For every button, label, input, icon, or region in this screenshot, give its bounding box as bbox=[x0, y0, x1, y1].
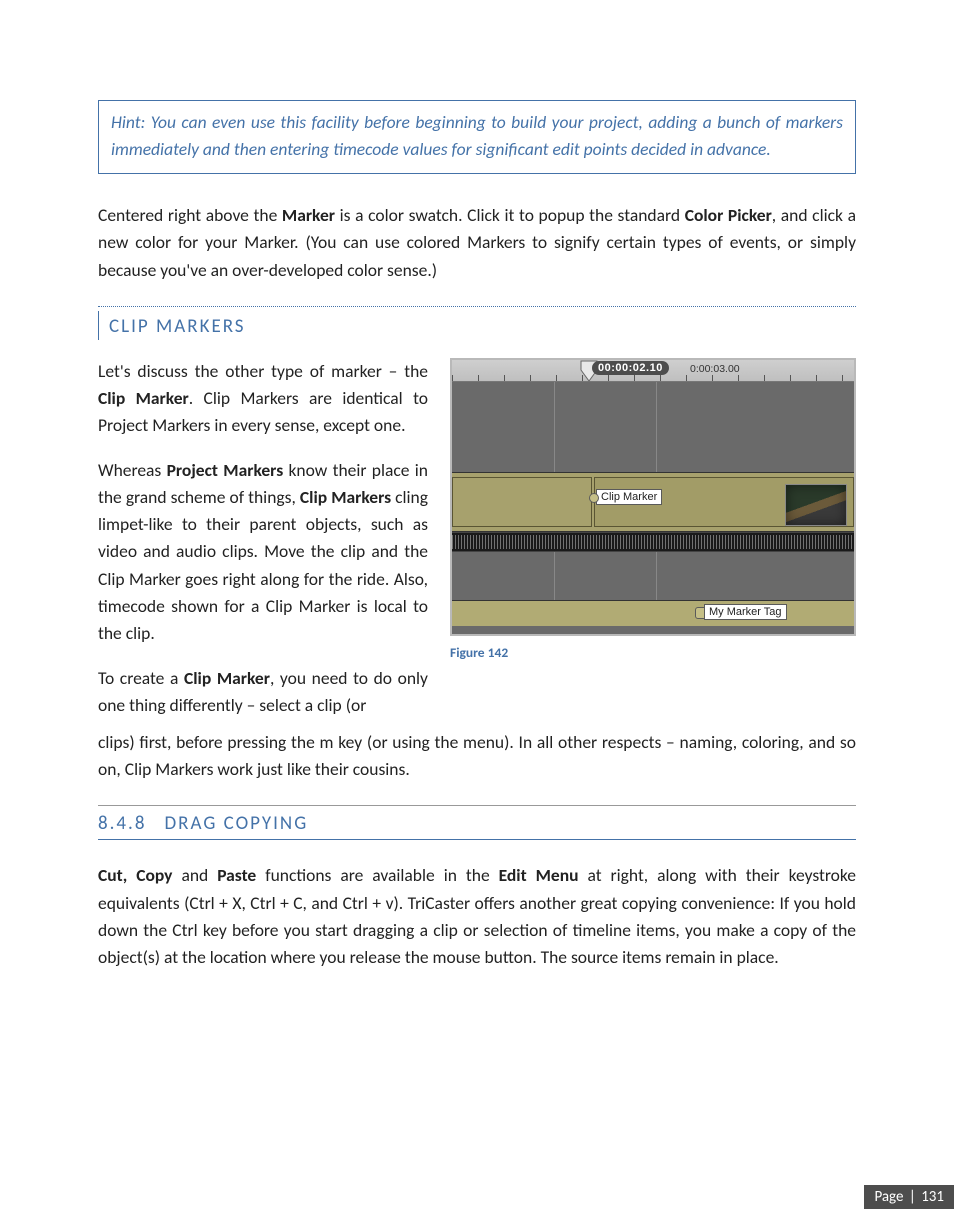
paragraph-drag-copy: Cut, Copy and Paste functions are availa… bbox=[98, 862, 856, 971]
paragraph-clip-3: To create a Clip Marker, you need to do … bbox=[98, 665, 428, 719]
track-empty bbox=[452, 552, 854, 600]
ruler-ticks bbox=[452, 375, 854, 381]
figure-screenshot: 00:00:02.10 0:00:03.00 Clip Marker bbox=[450, 358, 856, 636]
heading-title: DRAG COPYING bbox=[164, 812, 308, 835]
heading-block: CLIP MARKERS bbox=[98, 311, 856, 340]
hint-text: Hint: You can even use this facility bef… bbox=[111, 109, 843, 163]
track-empty bbox=[452, 382, 854, 472]
text-bold: Marker bbox=[282, 204, 335, 226]
column-figure: 00:00:02.10 0:00:03.00 Clip Marker bbox=[450, 358, 856, 720]
clip-segment bbox=[452, 477, 592, 527]
footer-page-number: 131 bbox=[921, 1188, 944, 1206]
text-bold: Clip Marker bbox=[184, 667, 270, 689]
track-audio-waveform bbox=[452, 532, 854, 552]
track-marker-tag: My Marker Tag bbox=[452, 600, 854, 626]
text-bold: Paste bbox=[217, 864, 256, 886]
footer-label: Page bbox=[874, 1188, 903, 1206]
waveform-icon bbox=[452, 535, 854, 549]
text-bold: Cut, Copy bbox=[98, 864, 172, 886]
text: Let's discuss the other type of marker –… bbox=[98, 360, 428, 382]
figure-caption: Figure 142 bbox=[450, 644, 856, 661]
marker-tag-label: My Marker Tag bbox=[704, 604, 787, 620]
column-text: Let's discuss the other type of marker –… bbox=[98, 358, 428, 720]
timeline-ruler: 00:00:02.10 0:00:03.00 bbox=[452, 360, 854, 382]
clip-marker-label: Clip Marker bbox=[596, 489, 662, 505]
page-footer: Page | 131 bbox=[864, 1185, 954, 1209]
heading-block: 8.4.8 DRAG COPYING bbox=[98, 805, 856, 840]
text-bold: Edit Menu bbox=[499, 864, 579, 886]
track-clip: Clip Marker bbox=[452, 472, 854, 532]
track-divider bbox=[554, 552, 555, 600]
paragraph-clip-1: Let's discuss the other type of marker –… bbox=[98, 358, 428, 439]
track-divider bbox=[656, 382, 657, 472]
text-bold: Project Markers bbox=[167, 459, 284, 481]
text: and bbox=[172, 864, 217, 886]
heading-clip-markers: CLIP MARKERS bbox=[109, 311, 856, 340]
text: functions are available in the bbox=[256, 864, 498, 886]
footer-separator: | bbox=[907, 1188, 918, 1206]
text-bold: Clip Markers bbox=[300, 486, 391, 508]
timecode-badge: 00:00:02.10 bbox=[592, 361, 669, 375]
track-empty bbox=[452, 626, 854, 634]
paragraph-clip-4: clips) first, before pressing the m key … bbox=[98, 729, 856, 783]
track-divider bbox=[656, 552, 657, 600]
dotted-divider bbox=[98, 306, 856, 307]
timecode-small: 0:00:03.00 bbox=[690, 363, 740, 375]
text: To create a bbox=[98, 667, 184, 689]
text: is a color swatch. Click it to popup the… bbox=[335, 204, 685, 226]
clip-thumbnail bbox=[785, 484, 847, 526]
text: Whereas bbox=[98, 459, 167, 481]
heading-number: 8.4.8 bbox=[98, 812, 146, 835]
text-bold: Clip Marker bbox=[98, 387, 189, 409]
track-divider bbox=[554, 382, 555, 472]
heading-drag-copying: 8.4.8 DRAG COPYING bbox=[98, 812, 856, 835]
hint-callout: Hint: You can even use this facility bef… bbox=[98, 100, 856, 174]
paragraph-color-swatch: Centered right above the Marker is a col… bbox=[98, 202, 856, 283]
text: cling limpet-like to their parent object… bbox=[98, 486, 428, 644]
paragraph-clip-2: Whereas Project Markers know their place… bbox=[98, 457, 428, 647]
two-column-layout: Let's discuss the other type of marker –… bbox=[98, 358, 856, 720]
text: Centered right above the bbox=[98, 204, 282, 226]
text-bold: Color Picker bbox=[685, 204, 772, 226]
